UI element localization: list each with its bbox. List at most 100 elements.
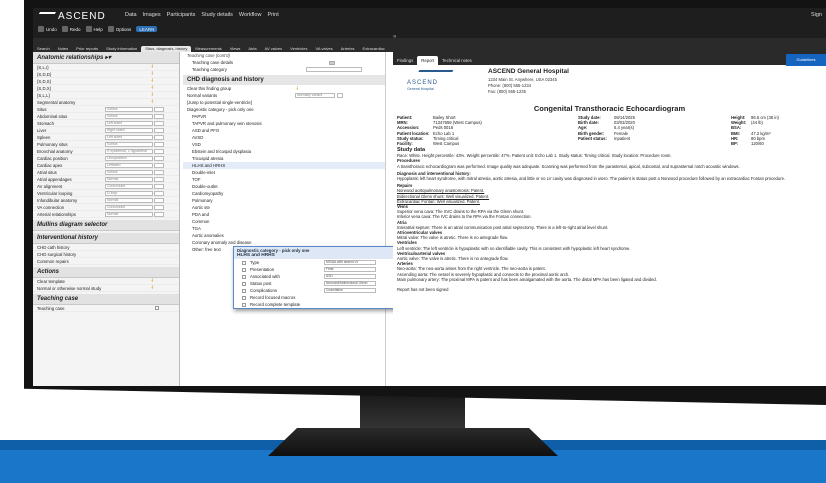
anatomic-relationships-heading[interactable]: Anatomic relationships ▸▾ — [33, 52, 179, 64]
help-button[interactable]: Help — [85, 26, 103, 32]
chd-row[interactable]: PDA and — [183, 211, 385, 218]
chd-row[interactable]: Tricuspid atresia — [183, 155, 385, 162]
popup-select[interactable]: Norwood/bidirectional Glenn — [324, 281, 376, 286]
popup-checkbox[interactable] — [242, 281, 246, 286]
teaching-case-item[interactable]: Teaching case — [33, 305, 179, 312]
anatomy-select[interactable]: Solitus — [105, 169, 153, 175]
chevron-down-icon[interactable] — [337, 93, 343, 98]
anatomy-select[interactable]: Right sided — [105, 127, 153, 133]
anatomy-select[interactable]: Solitus — [105, 113, 153, 119]
chd-row[interactable]: Ebstein and tricuspid dysplasia — [183, 148, 385, 155]
anatomy-select[interactable]: D-loop — [105, 190, 153, 196]
tab-findings[interactable]: Findings — [393, 56, 417, 65]
popup-select[interactable]: MS/AA with absent LV — [324, 260, 376, 265]
chd-row[interactable]: AVSD — [183, 134, 385, 141]
situs-code-row[interactable]: {S,D,D} ⸸ — [33, 71, 179, 78]
chd-row[interactable]: Double-inlet — [183, 169, 385, 176]
popup-select[interactable]: ASD — [324, 274, 376, 279]
tab-technical-notes[interactable]: Technical notes — [438, 56, 476, 65]
menu-images[interactable]: Images — [143, 12, 161, 18]
anatomy-select[interactable]: Normal — [105, 211, 153, 217]
action-item[interactable]: Normal or otherwise normal study ⸸ — [33, 285, 179, 292]
popup-checkbox[interactable] — [242, 267, 246, 272]
chevron-down-icon[interactable] — [154, 211, 164, 217]
situs-code-row[interactable]: {S,L,I} ⸸ — [33, 64, 179, 71]
normal-variants-select[interactable]: Normally variant — [295, 93, 335, 98]
situs-code-row[interactable]: {S,L,L} ⸸ — [33, 92, 179, 99]
situs-code-row[interactable]: {S,D,X} ⸸ — [33, 85, 179, 92]
menu-workflow[interactable]: Workflow — [239, 12, 262, 18]
chevron-down-icon[interactable] — [154, 134, 164, 140]
undo-button[interactable]: Undo — [38, 26, 57, 32]
teaching-case-checkbox[interactable] — [155, 306, 159, 310]
chd-row[interactable]: [Jump to potential single-ventricle] — [183, 99, 385, 106]
interventional-item[interactable]: CHD surgical history — [33, 251, 179, 258]
options-button[interactable]: Options — [107, 26, 131, 32]
chd-row[interactable]: Double-outlet — [183, 183, 385, 190]
tab-guidelines[interactable]: Guidelines — [786, 54, 826, 66]
chd-row[interactable]: Common — [183, 218, 385, 225]
anatomy-select[interactable]: Levoposition — [105, 155, 153, 161]
chevron-down-icon[interactable] — [154, 120, 164, 126]
chevron-down-icon[interactable] — [154, 148, 164, 154]
interventional-item[interactable]: Common repairs — [33, 258, 179, 265]
chd-row[interactable]: TOF — [183, 176, 385, 183]
chd-row[interactable]: Aortic anomalies — [183, 232, 385, 239]
chd-row[interactable]: ASD and PFO — [183, 127, 385, 134]
anatomy-select[interactable]: Leftward — [105, 162, 153, 168]
anatomy-select[interactable]: Concordant — [105, 204, 153, 210]
popup-checkbox[interactable] — [242, 295, 246, 300]
chd-row[interactable]: Aortic ste — [183, 204, 385, 211]
chevron-down-icon[interactable] — [154, 204, 164, 210]
menu-participants[interactable]: Participants — [167, 12, 196, 18]
chevron-down-icon[interactable] — [154, 162, 164, 168]
anatomy-select[interactable]: Left sided — [105, 120, 153, 126]
learn-button[interactable]: LEARN — [136, 26, 158, 32]
popup-select[interactable]: Coarctation — [324, 288, 376, 293]
mullins-diagram-heading[interactable]: Mullins diagram selector — [33, 220, 179, 231]
anatomy-select[interactable]: Normal — [105, 197, 153, 203]
anatomy-select[interactable]: Left sided — [105, 134, 153, 140]
chd-row[interactable]: Clear this finding group ⸸ — [183, 85, 385, 92]
chevron-down-icon[interactable] — [154, 141, 164, 147]
popup-checkbox[interactable] — [242, 288, 246, 293]
teaching-category-input[interactable] — [306, 67, 362, 72]
interventional-item[interactable]: CHD cath history — [33, 244, 179, 251]
chd-row[interactable]: VSD — [183, 141, 385, 148]
action-item[interactable]: Clear template ⸸ — [33, 278, 179, 285]
chevron-down-icon[interactable] — [154, 197, 164, 203]
situs-code-row[interactable]: {S,D,S} ⸸ — [33, 78, 179, 85]
anatomy-select[interactable]: Concordant — [105, 183, 153, 189]
chd-row[interactable]: TAPVR and pulmonary vein stenosis — [183, 120, 385, 127]
chevron-down-icon[interactable] — [154, 106, 164, 112]
menu-study-details[interactable]: Study details — [201, 12, 233, 18]
chevron-down-icon[interactable] — [154, 176, 164, 182]
chevron-down-icon[interactable] — [154, 113, 164, 119]
chevron-down-icon[interactable] — [154, 155, 164, 161]
popup-row[interactable]: Record focused macros — [234, 294, 417, 301]
teaching-details-row[interactable]: Teaching case details — [183, 59, 385, 66]
chd-row[interactable]: PAPVR — [183, 113, 385, 120]
chevron-down-icon[interactable] — [154, 127, 164, 133]
sign-out-link[interactable]: Sign — [811, 12, 822, 18]
chd-row[interactable]: Pulmonary — [183, 197, 385, 204]
menu-print[interactable]: Print — [267, 12, 278, 18]
redo-button[interactable]: Redo — [61, 26, 81, 32]
anatomy-select[interactable]: Solitus — [105, 106, 153, 112]
anatomy-select[interactable]: Solitus — [105, 141, 153, 147]
artery-line[interactable]: Main pulmonary artery: The proximal MPA … — [397, 277, 822, 282]
chd-row-selected[interactable]: HLHS and HRHS — [183, 162, 385, 169]
anatomy-select[interactable]: Normal — [105, 176, 153, 182]
menu-data[interactable]: Data — [125, 12, 137, 18]
popup-select[interactable]: Fetal — [324, 267, 376, 272]
popup-checkbox[interactable] — [242, 274, 246, 279]
chd-row[interactable]: Cardiomyopathy — [183, 190, 385, 197]
chevron-down-icon[interactable] — [154, 190, 164, 196]
popup-row[interactable]: Record complete template — [234, 301, 417, 308]
chd-row[interactable]: TGA — [183, 225, 385, 232]
popup-checkbox[interactable] — [242, 260, 246, 265]
anatomy-select[interactable]: R epiarterial, L hyparterial — [105, 148, 153, 154]
chevron-down-icon[interactable] — [154, 169, 164, 175]
chd-row[interactable]: Coronary anomaly and disease — [183, 239, 385, 246]
chevron-down-icon[interactable] — [154, 183, 164, 189]
